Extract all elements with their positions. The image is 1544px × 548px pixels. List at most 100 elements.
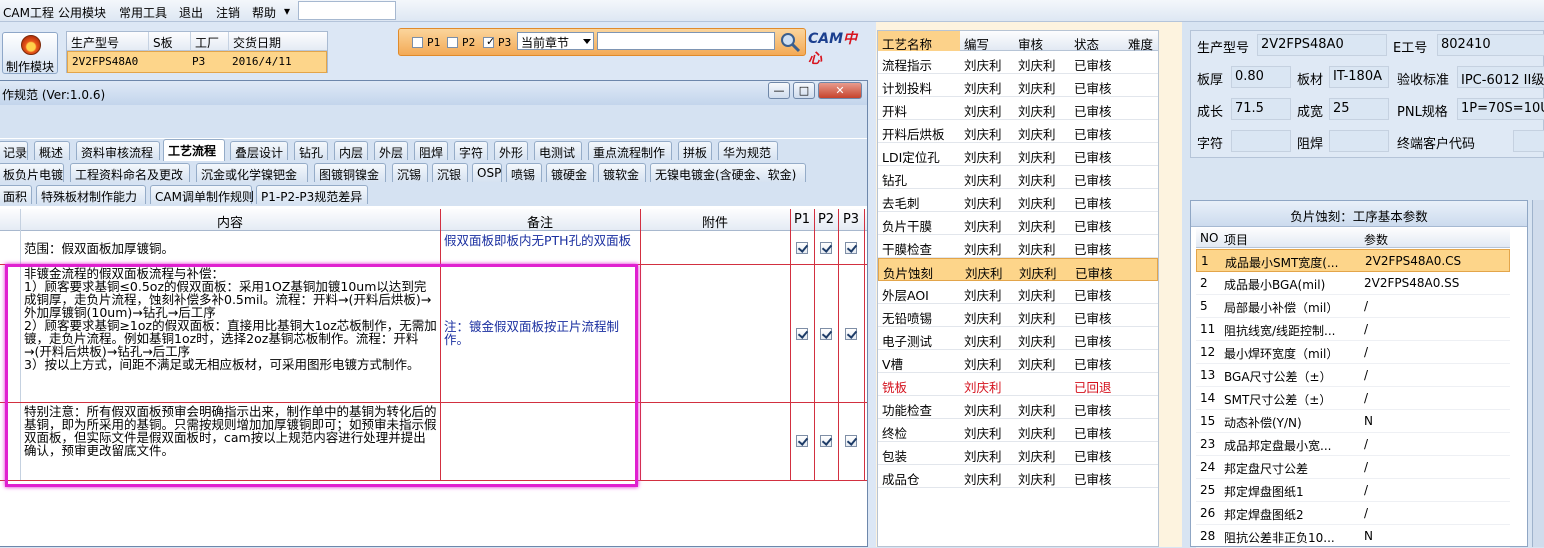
- process-row[interactable]: 铣板 刘庆利 已回退: [878, 373, 1158, 396]
- mask-field[interactable]: [1329, 130, 1389, 152]
- std-field[interactable]: IPC-6012 II级: [1457, 66, 1544, 88]
- param-row[interactable]: 1 成品最小SMT宽度(... 2V2FPS48A0.CS: [1196, 249, 1510, 272]
- p1-check[interactable]: [796, 435, 808, 447]
- tab-hasl[interactable]: 喷锡: [506, 163, 542, 182]
- p2-checkbox[interactable]: [447, 37, 458, 48]
- tab-pattern-gold[interactable]: 图镀铜镍金: [314, 163, 386, 182]
- menu-exit[interactable]: 退出: [179, 4, 203, 21]
- param-row[interactable]: 24 邦定盘尺寸公差 /: [1196, 456, 1510, 479]
- tab-soldermask[interactable]: 阻焊: [414, 141, 448, 160]
- tab-enig[interactable]: 沉金或化学镍钯金: [196, 163, 308, 182]
- process-row[interactable]: 干膜检查 刘庆利 刘庆利 已审核: [878, 235, 1158, 258]
- p3-check[interactable]: [845, 328, 857, 340]
- process-row[interactable]: 无铅喷锡 刘庆利 刘庆利 已审核: [878, 304, 1158, 327]
- maximize-icon[interactable]: □: [793, 82, 815, 99]
- tab-negative-plating[interactable]: 板负片电镀: [0, 163, 64, 182]
- process-row[interactable]: LDI定位孔 刘庆利 刘庆利 已审核: [878, 143, 1158, 166]
- process-row[interactable]: 功能检查 刘庆利 刘庆利 已审核: [878, 396, 1158, 419]
- dialog-titlebar[interactable]: 作规范 (Ver:1.0.6) — □ ✕: [0, 81, 867, 105]
- close-icon[interactable]: ✕: [818, 82, 862, 99]
- material-field[interactable]: IT-180A: [1329, 66, 1389, 88]
- param-row[interactable]: 5 局部最小补偿（mil） /: [1196, 295, 1510, 318]
- menu-help[interactable]: 帮助: [252, 4, 276, 21]
- process-row[interactable]: 电子测试 刘庆利 刘庆利 已审核: [878, 327, 1158, 350]
- param-row[interactable]: 11 阻抗线宽/线距控制... /: [1196, 318, 1510, 341]
- process-row[interactable]: 去毛刺 刘庆利 刘庆利 已审核: [878, 189, 1158, 212]
- process-row[interactable]: 开料 刘庆利 刘庆利 已审核: [878, 97, 1158, 120]
- tab-outer[interactable]: 外层: [374, 141, 408, 160]
- p3-check[interactable]: [845, 435, 857, 447]
- tab-legend[interactable]: 字符: [454, 141, 488, 160]
- param-row[interactable]: 2 成品最小BGA(mil) 2V2FPS48A0.SS: [1196, 272, 1510, 295]
- process-row[interactable]: 终检 刘庆利 刘庆利 已审核: [878, 419, 1158, 442]
- param-row[interactable]: 28 阻抗公差非正负10... N: [1196, 525, 1510, 548]
- tab-panel[interactable]: 拼板: [678, 141, 712, 160]
- tab-naming[interactable]: 工程资料命名及更改: [70, 163, 190, 182]
- tab-etest[interactable]: 电测试: [534, 141, 582, 160]
- process-row[interactable]: 负片蚀刻 刘庆利 刘庆利 已审核: [878, 258, 1158, 281]
- tab-p-differences[interactable]: P1-P2-P3规范差异: [256, 185, 368, 204]
- process-row[interactable]: 流程指示 刘庆利 刘庆利 已审核: [878, 51, 1158, 74]
- process-row[interactable]: 成品仓 刘庆利 刘庆利 已审核: [878, 465, 1158, 488]
- tab-overview[interactable]: 概述: [34, 141, 70, 160]
- p1-check[interactable]: [796, 242, 808, 254]
- make-module-button[interactable]: 制作模块: [2, 32, 58, 74]
- param-row[interactable]: 25 邦定焊盘图纸1 /: [1196, 479, 1510, 502]
- param-row[interactable]: 12 最小焊环宽度（mil） /: [1196, 341, 1510, 364]
- menu-combo-box[interactable]: [298, 1, 396, 20]
- tab-profile[interactable]: 外形: [494, 141, 528, 160]
- process-row[interactable]: 负片干膜 刘庆利 刘庆利 已审核: [878, 212, 1158, 235]
- eno-field[interactable]: 802410: [1437, 34, 1544, 56]
- tab-imm-tin[interactable]: 沉锡: [392, 163, 428, 182]
- param-row[interactable]: 26 邦定焊盘图纸2 /: [1196, 502, 1510, 525]
- search-icon[interactable]: [779, 31, 801, 53]
- param-row[interactable]: 13 BGA尺寸公差（±） /: [1196, 364, 1510, 387]
- tab-special-material[interactable]: 特殊板材制作能力: [36, 185, 146, 204]
- tab-drill[interactable]: 钻孔: [294, 141, 328, 160]
- process-row[interactable]: V槽 刘庆利 刘庆利 已审核: [878, 350, 1158, 373]
- process-row[interactable]: 钻孔 刘庆利 刘庆利 已审核: [878, 166, 1158, 189]
- menu-cam[interactable]: CAM工程: [3, 4, 54, 21]
- tab-stackup[interactable]: 叠层设计: [230, 141, 288, 160]
- model-field[interactable]: 2V2FPS48A0: [1257, 34, 1387, 56]
- tab-review-flow[interactable]: 资料审核流程: [76, 141, 160, 160]
- tab-soft-gold[interactable]: 镀软金: [598, 163, 646, 182]
- tab-key-process[interactable]: 重点流程制作: [588, 141, 672, 160]
- minimize-icon[interactable]: —: [768, 82, 790, 99]
- menu-help-arrow[interactable]: ▾: [284, 4, 290, 18]
- tab-cam-rules[interactable]: CAM调单制作规则: [150, 185, 254, 204]
- process-row[interactable]: 包装 刘庆利 刘庆利 已审核: [878, 442, 1158, 465]
- tab-hard-gold[interactable]: 镀硬金: [546, 163, 594, 182]
- process-row[interactable]: 外层AOI 刘庆利 刘庆利 已审核: [878, 281, 1158, 304]
- width-field[interactable]: 25: [1329, 98, 1389, 120]
- char-field[interactable]: [1231, 130, 1291, 152]
- p2-check[interactable]: [820, 435, 832, 447]
- customer-field[interactable]: [1513, 130, 1544, 152]
- param-row[interactable]: 23 成品邦定盘最小宽... /: [1196, 433, 1510, 456]
- menu-public[interactable]: 公用模块: [58, 4, 106, 21]
- tab-huawei[interactable]: 华为规范: [718, 141, 778, 160]
- tab-area[interactable]: 面积: [0, 185, 32, 204]
- tab-record[interactable]: 记录: [0, 141, 28, 160]
- p3-check[interactable]: [845, 242, 857, 254]
- length-field[interactable]: 71.5: [1231, 98, 1291, 120]
- tab-osp[interactable]: OSP: [472, 163, 502, 182]
- param-row[interactable]: 15 动态补偿(Y/N) N: [1196, 410, 1510, 433]
- tab-inner[interactable]: 内层: [334, 141, 368, 160]
- param-row[interactable]: 14 SMT尺寸公差（±） /: [1196, 387, 1510, 410]
- menu-logout[interactable]: 注销: [216, 4, 240, 21]
- menu-tools[interactable]: 常用工具: [119, 4, 167, 21]
- p1-check[interactable]: [796, 328, 808, 340]
- thick-field[interactable]: 0.80: [1231, 66, 1291, 88]
- tab-imm-silver[interactable]: 沉银: [432, 163, 468, 182]
- process-row[interactable]: 开料后烘板 刘庆利 刘庆利 已审核: [878, 120, 1158, 143]
- p2-check[interactable]: [820, 242, 832, 254]
- p3-checkbox[interactable]: ✓: [483, 35, 495, 48]
- order-row[interactable]: 2V2FPS48A0 P3 2016/4/11: [67, 51, 327, 73]
- pnl-field[interactable]: 1P=70S=10U: [1457, 98, 1544, 120]
- tab-nickel-free-gold[interactable]: 无镍电镀金(含硬金、软金): [650, 163, 806, 182]
- tab-process-flow[interactable]: 工艺流程: [163, 139, 225, 161]
- chapter-select[interactable]: 当前章节: [517, 32, 594, 50]
- keyword-input[interactable]: [597, 32, 775, 50]
- process-row[interactable]: 计划投料 刘庆利 刘庆利 已审核: [878, 74, 1158, 97]
